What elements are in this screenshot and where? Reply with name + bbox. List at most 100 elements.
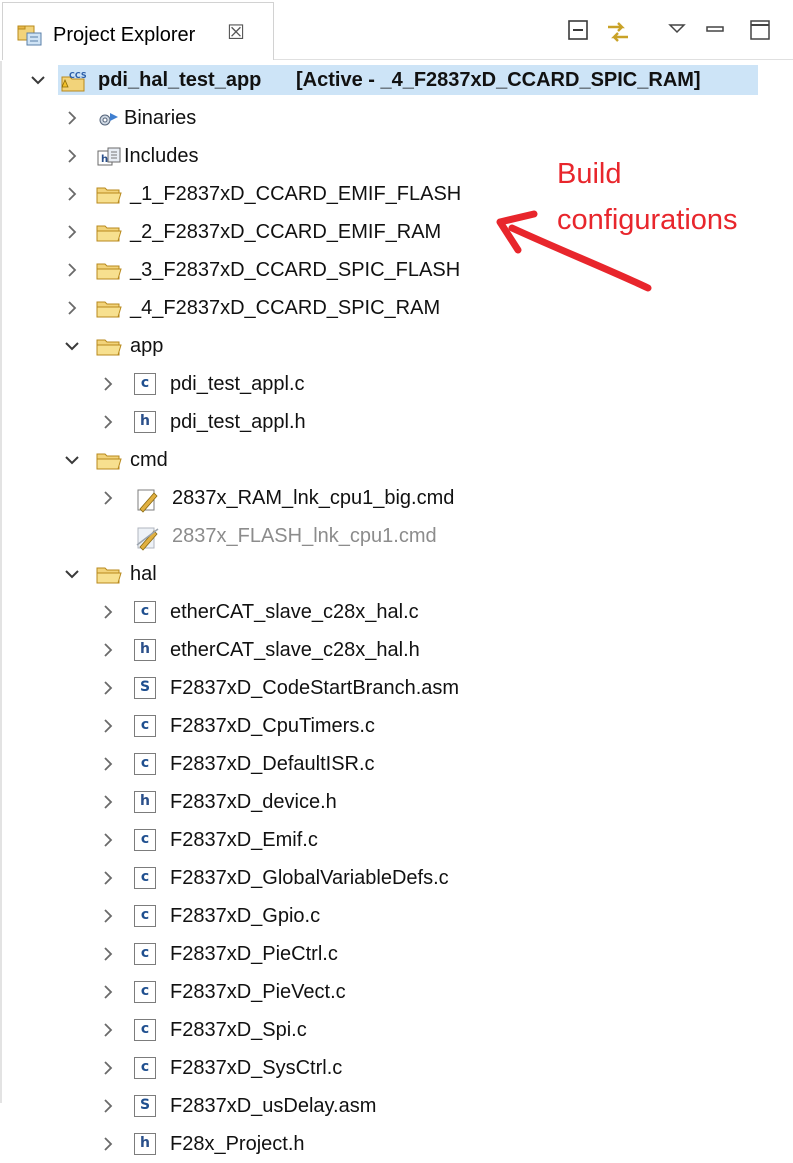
binaries-label: Binaries: [124, 107, 197, 129]
config-folder-label: _1_F2837xD_CCARD_EMIF_FLASH: [130, 183, 462, 205]
chevron-right-icon[interactable]: [98, 602, 118, 622]
tab-project-explorer[interactable]: Project Explorer ☒: [2, 2, 274, 60]
tree-item-file[interactable]: 2837x_RAM_lnk_cpu1_big.cmd: [0, 479, 793, 517]
chevron-right-icon[interactable]: [98, 754, 118, 774]
ccs-project-icon: CCS: [60, 69, 87, 93]
binaries-icon: [96, 107, 122, 131]
chevron-down-icon[interactable]: [62, 450, 82, 470]
tab-title: Project Explorer: [53, 24, 196, 46]
chevron-right-icon[interactable]: [98, 906, 118, 926]
tree-item-app-folder[interactable]: app: [0, 327, 793, 365]
file-label: F2837xD_Gpio.c: [170, 905, 321, 927]
chevron-down-icon[interactable]: [28, 70, 48, 90]
chevron-right-icon[interactable]: [98, 488, 118, 508]
tree-item-file[interactable]: c F2837xD_CpuTimers.c: [0, 707, 793, 745]
chevron-right-icon[interactable]: [98, 944, 118, 964]
view-menu-icon[interactable]: [666, 18, 688, 46]
chevron-right-icon[interactable]: [98, 374, 118, 394]
folder-open-icon: [96, 563, 122, 587]
c-file-icon: c: [134, 1019, 160, 1043]
collapse-all-icon[interactable]: [566, 18, 592, 46]
project-explorer-icon: [17, 23, 43, 47]
file-label: F2837xD_usDelay.asm: [170, 1095, 377, 1117]
file-label: F2837xD_DefaultISR.c: [170, 753, 375, 775]
file-label: 2837x_FLASH_lnk_cpu1.cmd: [172, 525, 437, 547]
chevron-right-icon[interactable]: [98, 640, 118, 660]
linker-cmd-file-icon: [134, 525, 160, 551]
config-folder-label: _3_F2837xD_CCARD_SPIC_FLASH: [130, 259, 461, 281]
tree-item-file[interactable]: h F2837xD_device.h: [0, 783, 793, 821]
file-label: F2837xD_CodeStartBranch.asm: [170, 677, 460, 699]
chevron-down-icon[interactable]: [62, 336, 82, 356]
tree-item-file[interactable]: c pdi_test_appl.c: [0, 365, 793, 403]
chevron-right-icon[interactable]: [98, 1020, 118, 1040]
file-label: etherCAT_slave_c28x_hal.h: [170, 639, 420, 661]
tree-item-hal-folder[interactable]: hal: [0, 555, 793, 593]
cmd-folder-label: cmd: [130, 449, 168, 471]
tree-item-file[interactable]: h F28x_Project.h: [0, 1125, 793, 1163]
tree-item-file[interactable]: c F2837xD_SysCtrl.c: [0, 1049, 793, 1087]
tree-item-binaries[interactable]: Binaries: [0, 99, 793, 137]
tree-item-file[interactable]: S F2837xD_CodeStartBranch.asm: [0, 669, 793, 707]
header-file-icon: h: [134, 411, 160, 435]
chevron-right-icon[interactable]: [98, 412, 118, 432]
chevron-right-icon[interactable]: [62, 260, 82, 280]
tree-item-file[interactable]: c F2837xD_Spi.c: [0, 1011, 793, 1049]
project-root[interactable]: CCS pdi_hal_test_app [Active - _4_F2837xD_…: [0, 61, 793, 99]
tree-item-file[interactable]: S F2837xD_usDelay.asm: [0, 1087, 793, 1125]
tree-item-file[interactable]: c F2837xD_DefaultISR.c: [0, 745, 793, 783]
tree-item-cmd-folder[interactable]: cmd: [0, 441, 793, 479]
tree-item-file[interactable]: c F2837xD_GlobalVariableDefs.c: [0, 859, 793, 897]
includes-label: Includes: [124, 145, 199, 167]
chevron-right-icon[interactable]: [98, 678, 118, 698]
asm-file-icon: S: [134, 677, 160, 701]
chevron-right-icon[interactable]: [62, 146, 82, 166]
chevron-right-icon[interactable]: [62, 184, 82, 204]
tree-item-file[interactable]: h pdi_test_appl.h: [0, 403, 793, 441]
tree-item-config-folder[interactable]: _4_F2837xD_CCARD_SPIC_RAM: [0, 289, 793, 327]
project-active-config: [Active - _4_F2837xD_CCARD_SPIC_RAM]: [296, 69, 701, 91]
project-name: pdi_hal_test_app: [98, 69, 262, 91]
chevron-right-icon[interactable]: [98, 1058, 118, 1078]
c-file-icon: c: [134, 981, 160, 1005]
header-file-icon: h: [134, 1133, 160, 1157]
tree-item-file[interactable]: c etherCAT_slave_c28x_hal.c: [0, 593, 793, 631]
chevron-right-icon[interactable]: [98, 716, 118, 736]
chevron-right-icon[interactable]: [62, 298, 82, 318]
tree-item-file[interactable]: c F2837xD_PieVect.c: [0, 973, 793, 1011]
chevron-right-icon[interactable]: [98, 868, 118, 888]
maximize-icon[interactable]: [748, 18, 772, 46]
chevron-right-icon[interactable]: [62, 108, 82, 128]
close-icon[interactable]: ☒: [227, 21, 245, 45]
tree-item-file[interactable]: c F2837xD_Emif.c: [0, 821, 793, 859]
tree-item-file[interactable]: h etherCAT_slave_c28x_hal.h: [0, 631, 793, 669]
chevron-down-icon[interactable]: [62, 564, 82, 584]
tree-item-file[interactable]: c F2837xD_PieCtrl.c: [0, 935, 793, 973]
file-label: F2837xD_Emif.c: [170, 829, 318, 851]
annotation-line1: Build: [557, 158, 622, 190]
link-with-editor-icon[interactable]: [604, 18, 632, 46]
tree-item-includes[interactable]: h Includes: [0, 137, 793, 175]
c-file-icon: c: [134, 867, 160, 891]
c-file-icon: c: [134, 715, 160, 739]
chevron-right-icon[interactable]: [98, 830, 118, 850]
file-label: F2837xD_CpuTimers.c: [170, 715, 375, 737]
chevron-right-icon[interactable]: [62, 222, 82, 242]
c-file-icon: c: [134, 1057, 160, 1081]
tree-item-file[interactable]: c F2837xD_Gpio.c: [0, 897, 793, 935]
chevron-right-icon[interactable]: [98, 792, 118, 812]
c-file-icon: c: [134, 373, 160, 397]
chevron-right-icon[interactable]: [98, 982, 118, 1002]
tree-item-excluded-file[interactable]: 2837x_FLASH_lnk_cpu1.cmd: [0, 517, 793, 555]
svg-text:h: h: [101, 154, 108, 165]
minimize-icon[interactable]: [704, 18, 726, 46]
file-label: etherCAT_slave_c28x_hal.c: [170, 601, 419, 623]
tree-item-config-folder[interactable]: _3_F2837xD_CCARD_SPIC_FLASH: [0, 251, 793, 289]
project-explorer-panel: Project Explorer ☒ CCS pdi_hal_test_app …: [0, 0, 793, 1155]
chevron-right-icon[interactable]: [98, 1134, 118, 1154]
file-label: F2837xD_device.h: [170, 791, 337, 813]
c-file-icon: c: [134, 753, 160, 777]
c-file-icon: c: [134, 829, 160, 853]
chevron-right-icon[interactable]: [98, 1096, 118, 1116]
folder-open-icon: [96, 335, 122, 359]
